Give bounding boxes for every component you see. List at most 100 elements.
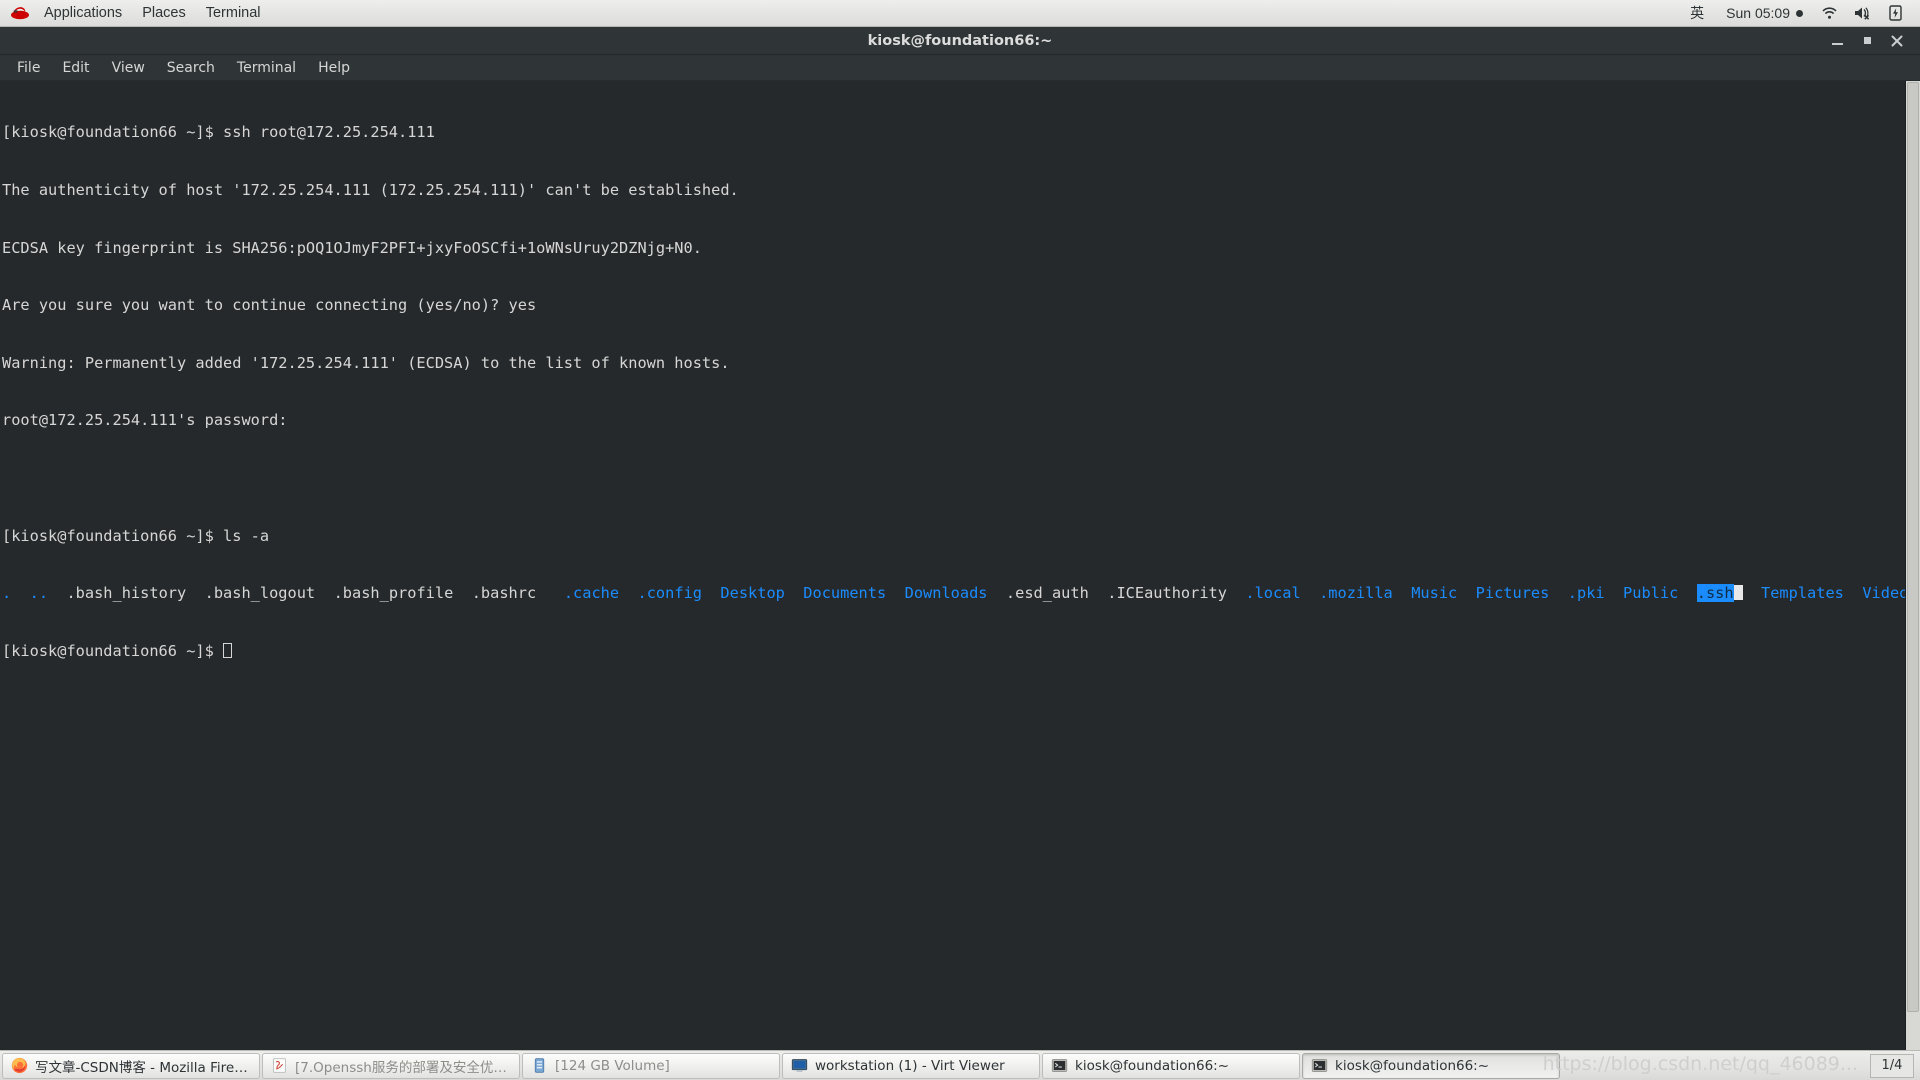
ls-entry: Pictures bbox=[1475, 584, 1550, 603]
ls-entry: Documents bbox=[803, 584, 887, 603]
terminal-line: ECDSA key fingerprint is SHA256:pOQ1OJmy… bbox=[2, 238, 702, 257]
taskbar-item-label: kiosk@foundation66:~ bbox=[1075, 1057, 1230, 1074]
ls-gap bbox=[1089, 584, 1107, 602]
ls-gap bbox=[1743, 584, 1761, 602]
workspace-switcher[interactable]: 1/4 bbox=[1870, 1053, 1914, 1078]
ls-entry: .esd_auth bbox=[1005, 584, 1089, 603]
taskbar-item-volume[interactable]: [124 GB Volume] bbox=[522, 1052, 780, 1079]
wifi-icon[interactable] bbox=[1813, 0, 1846, 26]
menubar-item-file[interactable]: File bbox=[6, 57, 51, 79]
input-method-indicator[interactable]: 英 bbox=[1678, 3, 1716, 23]
window-title: kiosk@foundation66:~ bbox=[867, 32, 1053, 49]
minimize-button[interactable] bbox=[1822, 28, 1852, 54]
taskbar-item-terminal-2[interactable]: kiosk@foundation66:~ bbox=[1302, 1052, 1560, 1079]
terminal-body[interactable]: [kiosk@foundation66 ~]$ ssh root@172.25.… bbox=[0, 81, 1920, 1050]
workspace-indicator-label: 1/4 bbox=[1881, 1058, 1903, 1073]
ls-gap bbox=[702, 584, 720, 602]
ls-entry: .bash_history bbox=[66, 584, 187, 603]
ls-gap bbox=[453, 584, 471, 602]
taskbar-item-virt-viewer[interactable]: workstation (1) - Virt Viewer bbox=[782, 1052, 1040, 1079]
terminal-window: kiosk@foundation66:~ File Edit View Sear… bbox=[0, 27, 1920, 1050]
close-icon bbox=[1891, 35, 1903, 46]
maximize-icon bbox=[1863, 37, 1871, 44]
minimize-icon bbox=[1831, 43, 1843, 45]
scrollbar-thumb[interactable] bbox=[1907, 82, 1919, 1013]
ls-entry: .bash_logout bbox=[204, 584, 316, 603]
vertical-scrollbar[interactable] bbox=[1905, 81, 1920, 1050]
monitor-icon bbox=[791, 1059, 808, 1072]
ls-gap bbox=[1227, 584, 1245, 602]
terminal-output[interactable]: [kiosk@foundation66 ~]$ ssh root@172.25.… bbox=[0, 81, 1905, 1050]
ls-entry: .bashrc bbox=[471, 584, 537, 603]
maximize-button[interactable] bbox=[1852, 28, 1882, 54]
taskbar-item-label: 写文章-CSDN博客 - Mozilla Firefox bbox=[35, 1059, 251, 1076]
ls-gap bbox=[1301, 584, 1319, 602]
selection-cursor bbox=[1733, 585, 1743, 601]
ls-gap bbox=[1393, 584, 1411, 602]
taskbar-item-label: workstation (1) - Virt Viewer bbox=[815, 1057, 1005, 1074]
close-button[interactable] bbox=[1882, 28, 1912, 54]
ls-entry: Templates bbox=[1761, 584, 1844, 603]
ls-entry: Music bbox=[1411, 584, 1458, 603]
ls-entry: .ICEauthority bbox=[1107, 584, 1227, 603]
terminal-line-command: [kiosk@foundation66 ~]$ ls -a bbox=[2, 526, 270, 545]
window-titlebar[interactable]: kiosk@foundation66:~ bbox=[0, 27, 1920, 55]
pdf-document-icon bbox=[273, 1058, 286, 1073]
taskbar-item-label: [124 GB Volume] bbox=[555, 1057, 670, 1074]
ls-entry: .bash_profile bbox=[333, 584, 454, 603]
taskbar: 写文章-CSDN博客 - Mozilla Firefox [7.Openssh服… bbox=[0, 1050, 1920, 1080]
menubar-item-terminal[interactable]: Terminal bbox=[226, 57, 307, 79]
ls-gap bbox=[886, 584, 904, 602]
menubar-item-search[interactable]: Search bbox=[156, 57, 226, 79]
ls-gap bbox=[988, 584, 1006, 602]
ls-gap bbox=[1605, 584, 1623, 602]
taskbar-item-label: kiosk@foundation66:~ bbox=[1335, 1057, 1490, 1074]
battery-charging-icon[interactable] bbox=[1881, 0, 1910, 26]
window-controls bbox=[1822, 28, 1920, 54]
terminal-line: The authenticity of host '172.25.254.111… bbox=[2, 181, 739, 200]
top-panel: Applications Places Terminal 英 Sun 05:09 bbox=[0, 0, 1920, 27]
ls-entry: .local bbox=[1245, 584, 1301, 603]
menu-applications[interactable]: Applications bbox=[34, 0, 132, 26]
ls-entry: .ssh bbox=[1696, 584, 1734, 603]
menu-places[interactable]: Places bbox=[132, 0, 196, 26]
taskbar-item-label: [7.Openssh服务的部署及安全优化.pdf] bbox=[295, 1059, 511, 1076]
ls-gap bbox=[1549, 584, 1567, 602]
ls-gap bbox=[619, 584, 637, 602]
terminal-icon bbox=[1051, 1059, 1068, 1072]
ls-gap bbox=[785, 584, 803, 602]
ls-entry: .mozilla bbox=[1319, 584, 1393, 603]
clock-label: Sun 05:09 bbox=[1726, 5, 1790, 21]
top-panel-menus: Applications Places Terminal bbox=[0, 0, 271, 26]
recording-indicator-icon bbox=[1796, 9, 1803, 17]
ls-gap bbox=[536, 584, 564, 602]
menubar-item-help[interactable]: Help bbox=[307, 57, 361, 79]
ls-entry: Desktop bbox=[720, 584, 785, 603]
ls-gap bbox=[186, 584, 204, 602]
menu-terminal[interactable]: Terminal bbox=[196, 0, 271, 26]
terminal-menubar: File Edit View Search Terminal Help bbox=[0, 55, 1920, 81]
terminal-icon bbox=[1311, 1059, 1328, 1072]
terminal-line: [kiosk@foundation66 ~]$ ssh root@172.25.… bbox=[2, 123, 435, 142]
menubar-item-edit[interactable]: Edit bbox=[51, 57, 100, 79]
taskbar-item-terminal-1[interactable]: kiosk@foundation66:~ bbox=[1042, 1052, 1300, 1079]
system-tray: 英 Sun 05:09 bbox=[1678, 0, 1920, 26]
terminal-line: Are you sure you want to continue connec… bbox=[2, 296, 537, 315]
terminal-line-ls-output: . .. .bash_history .bash_logout .bash_pr… bbox=[2, 584, 1905, 603]
volume-muted-icon[interactable] bbox=[1846, 0, 1881, 26]
taskbar-item-pdf[interactable]: [7.Openssh服务的部署及安全优化.pdf] bbox=[262, 1052, 520, 1079]
ls-entry: Downloads bbox=[904, 584, 988, 603]
ls-entry: .cache bbox=[563, 584, 620, 603]
menubar-item-view[interactable]: View bbox=[101, 57, 156, 79]
ls-entry: .pki bbox=[1567, 584, 1605, 603]
cursor bbox=[223, 642, 233, 658]
clock[interactable]: Sun 05:09 bbox=[1716, 5, 1813, 21]
terminal-prompt-line: [kiosk@foundation66 ~]$ bbox=[2, 642, 1905, 661]
ls-entry: . .. bbox=[2, 584, 67, 603]
taskbar-item-firefox[interactable]: 写文章-CSDN博客 - Mozilla Firefox bbox=[2, 1052, 260, 1079]
redhat-logo-icon[interactable] bbox=[0, 5, 34, 21]
terminal-line: Warning: Permanently added '172.25.254.1… bbox=[2, 353, 730, 372]
prompt-text: [kiosk@foundation66 ~]$ bbox=[2, 641, 224, 660]
ls-entry: Public bbox=[1623, 584, 1679, 603]
